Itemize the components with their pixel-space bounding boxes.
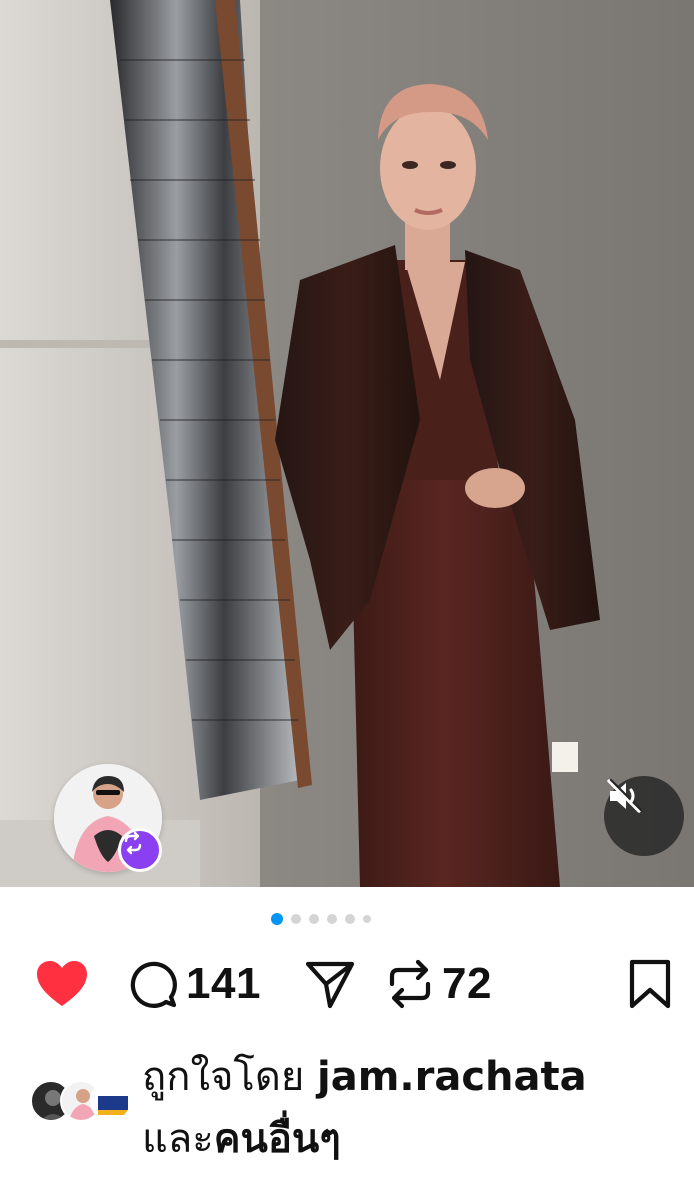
repost-icon [389, 959, 431, 1009]
share-button[interactable] [304, 952, 356, 1016]
carousel-dot [309, 914, 319, 924]
instagram-post: 141 72 ถูกใจโดย jam.rachata และคนอื่นๆ [0, 0, 694, 1200]
save-button[interactable] [628, 952, 672, 1016]
speaker-muted-icon [607, 778, 643, 813]
comment-button[interactable]: 141 [126, 952, 261, 1016]
bookmark-icon [629, 959, 671, 1009]
liker-avatar [90, 1080, 132, 1122]
likes-text: ถูกใจโดย jam.rachata และคนอื่นๆ [142, 1046, 682, 1170]
comment-count: 141 [186, 959, 261, 1008]
carousel-dot [327, 914, 337, 924]
likes-connector: และ [142, 1116, 214, 1162]
repost-button[interactable]: 72 [384, 952, 492, 1016]
photo-scene [0, 0, 694, 887]
liker-username[interactable]: jam.rachata [317, 1054, 587, 1100]
heart-filled-icon [37, 961, 87, 1006]
repost-count: 72 [442, 959, 492, 1008]
carousel-dot [291, 914, 301, 924]
likes-summary[interactable]: ถูกใจโดย jam.rachata และคนอื่นๆ [0, 1046, 694, 1176]
carousel-indicator [0, 913, 694, 925]
mute-button[interactable] [604, 776, 684, 856]
remix-icon [118, 828, 162, 872]
liker-avatars [30, 1080, 140, 1124]
comment-icon [130, 961, 177, 1008]
carousel-dot [363, 915, 371, 923]
likes-others-link[interactable]: คนอื่นๆ [214, 1116, 341, 1162]
action-bar: 141 72 [0, 952, 694, 1016]
like-button[interactable] [34, 952, 90, 1016]
post-photo[interactable] [0, 0, 694, 887]
carousel-dot-active [271, 913, 283, 925]
carousel-dot [345, 914, 355, 924]
likes-prefix: ถูกใจโดย [142, 1054, 305, 1100]
send-icon [305, 961, 355, 1009]
